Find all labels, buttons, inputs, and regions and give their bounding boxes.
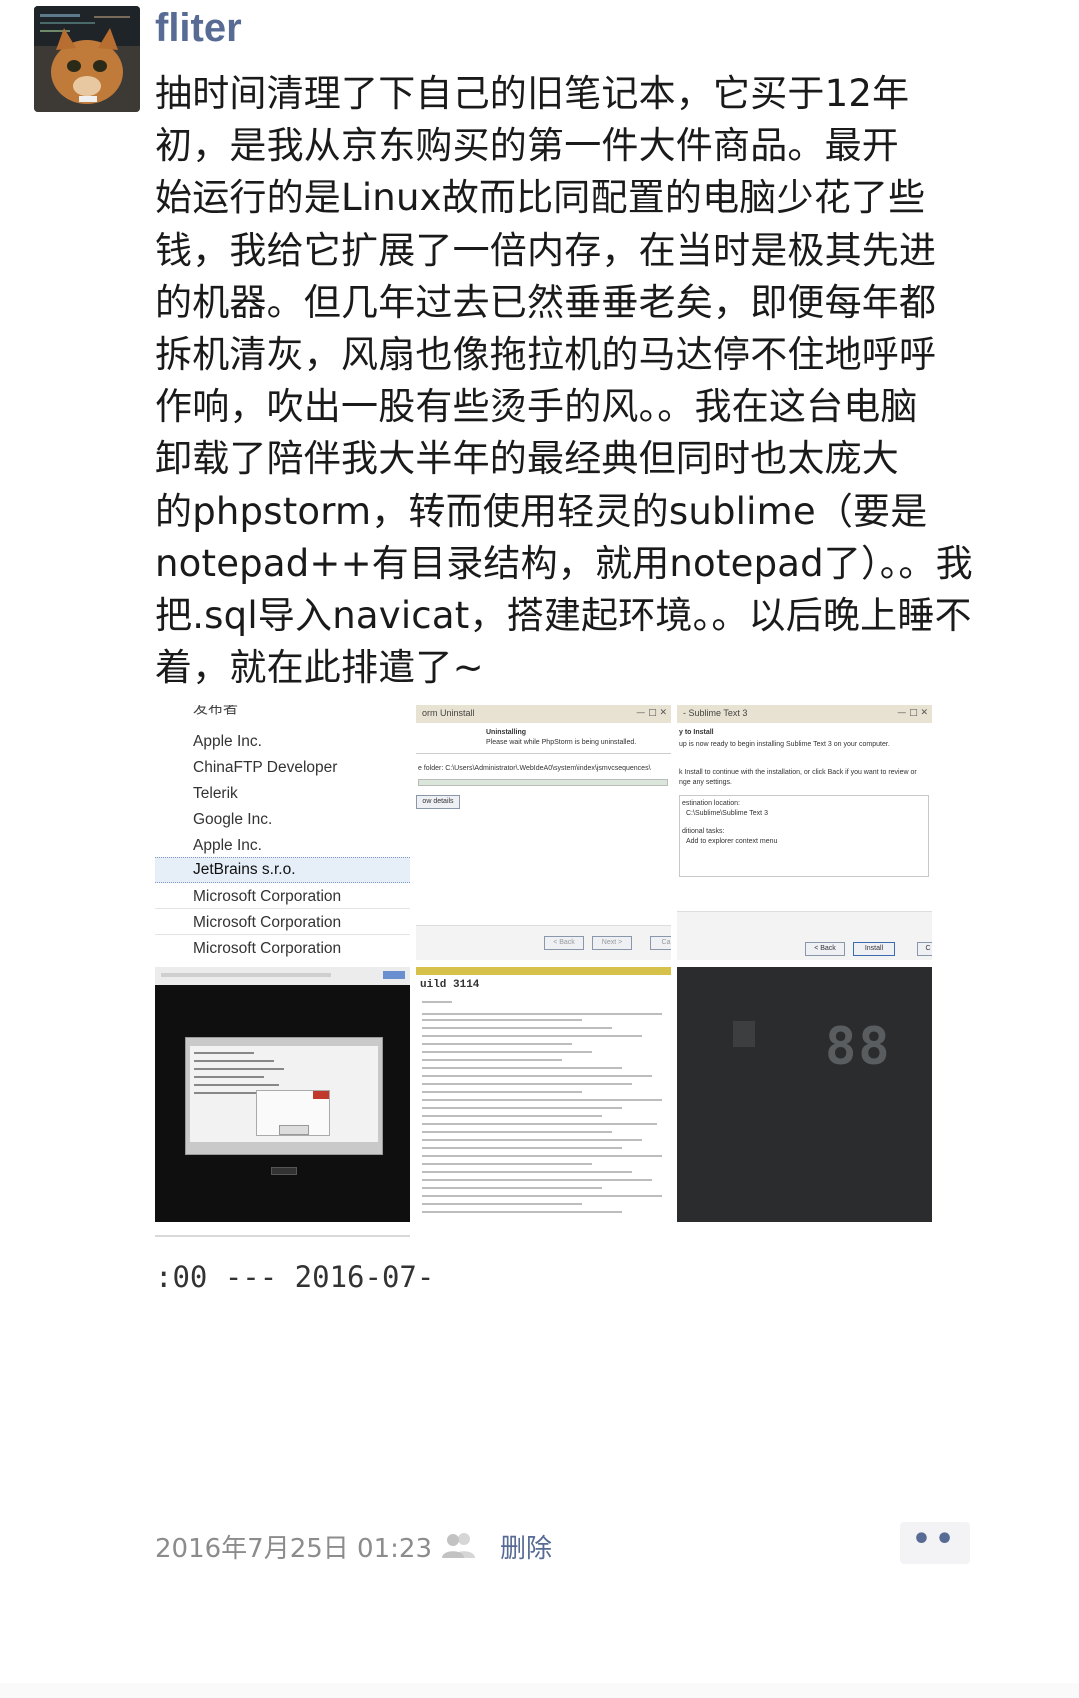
progress-bar <box>418 779 668 786</box>
close-icon <box>313 1091 329 1099</box>
summary-box: estination location: C:\Sublime\Sublime … <box>679 795 929 877</box>
installer-heading: Uninstalling <box>486 729 527 736</box>
shared-link-preview-text: :00 --- 2016-07- <box>155 1260 435 1294</box>
dark-screen <box>155 985 410 1222</box>
window-controls-icon: — □ ✕ <box>636 708 667 718</box>
publisher-item: Microsoft Corporation <box>193 888 342 905</box>
publisher-item: Apple Inc. <box>193 837 262 854</box>
image-thumbnail-changelog[interactable]: uild 3114 <box>416 967 671 1222</box>
image-thumbnail-dialog[interactable] <box>155 967 410 1222</box>
window-titlebar: - Sublime Text 3 — □ ✕ <box>677 705 932 723</box>
more-actions-button[interactable]: •• <box>900 1522 970 1564</box>
back-button: < Back <box>805 942 845 956</box>
button-bar: < Back Next > Ca <box>416 925 671 960</box>
publisher-item: Microsoft Corporation <box>193 940 342 957</box>
cancel-button: C <box>917 942 932 956</box>
image-thumbnail-uninstall[interactable]: orm Uninstall — □ ✕ Uninstalling Please … <box>416 705 671 960</box>
publisher-item: Microsoft Corporation <box>193 914 342 931</box>
cat-avatar-icon <box>34 6 140 112</box>
changelog-title: uild 3114 <box>420 979 480 991</box>
browser-bar <box>155 967 410 985</box>
publisher-item: Apple Inc. <box>193 733 262 750</box>
delete-button[interactable]: 删除 <box>500 1528 552 1565</box>
dark-screen: 88 <box>677 967 932 1222</box>
install-button: Install <box>853 942 895 956</box>
next-button: Next > <box>592 936 632 950</box>
installer-subheading: Please wait while PhpStorm is being unin… <box>486 739 637 746</box>
image-grid: 发布者 Apple Inc. ChinaFTP Developer Teleri… <box>155 705 933 1225</box>
publisher-item-selected: JetBrains s.r.o. <box>193 861 296 878</box>
publisher-header: 发布者 <box>193 705 239 717</box>
post-text: 抽时间清理了下自己的旧笔记本，它买于12年 初，是我从京东购买的第一件大件商品。… <box>155 72 973 690</box>
divider <box>155 1235 410 1237</box>
image-thumbnail-sublime-install[interactable]: - Sublime Text 3 — □ ✕ y to Install up i… <box>677 705 932 960</box>
installer-line: nge any settings. <box>679 779 732 786</box>
bottom-divider <box>0 1683 1079 1698</box>
window-titlebar: orm Uninstall — □ ✕ <box>416 705 671 723</box>
image-thumbnail-clock[interactable]: 88 <box>677 967 932 1222</box>
installer-line: k Install to continue with the installat… <box>679 769 917 776</box>
post-timestamp: 2016年7月25日 01:23 <box>155 1534 432 1564</box>
divider <box>155 934 410 935</box>
installer-heading: y to Install <box>679 729 714 736</box>
destination-label: estination location: <box>682 800 740 807</box>
window-title: - Sublime Text 3 <box>683 708 748 718</box>
destination-value: C:\Sublime\Sublime Text 3 <box>686 810 768 817</box>
tasks-value: Add to explorer context menu <box>686 838 778 845</box>
window-controls-icon: — □ ✕ <box>897 708 928 718</box>
publisher-item: Google Inc. <box>193 811 273 828</box>
username-link[interactable]: fliter <box>155 6 242 51</box>
back-button: < Back <box>544 936 584 950</box>
avatar[interactable] <box>34 6 140 112</box>
message-box <box>256 1090 330 1136</box>
browser-bar <box>416 967 671 975</box>
publisher-item: Telerik <box>193 785 238 802</box>
publisher-item: ChinaFTP Developer <box>193 759 338 776</box>
cancel-button: Ca <box>650 936 671 950</box>
show-details-button: ow details <box>416 795 460 809</box>
button-bar: < Back Install C <box>677 911 932 960</box>
divider <box>155 908 410 909</box>
window-title: orm Uninstall <box>422 708 475 718</box>
clock-digits: 88 <box>825 1017 892 1077</box>
dialog-window <box>185 1037 383 1155</box>
installer-folder: e folder: C:\Users\Administrator\.WebIde… <box>418 765 651 772</box>
moments-post: fliter 抽时间清理了下自己的旧笔记本，它买于12年 初，是我从京东购买的第… <box>0 0 1079 1698</box>
installer-line: up is now ready to begin installing Subl… <box>679 741 890 748</box>
publisher-selected-row: JetBrains s.r.o. <box>155 857 410 883</box>
visibility-friends-icon[interactable] <box>440 1531 478 1559</box>
ok-button <box>279 1125 309 1135</box>
divider <box>416 753 671 754</box>
tasks-label: ditional tasks: <box>682 828 725 835</box>
image-thumbnail-publishers[interactable]: 发布者 Apple Inc. ChinaFTP Developer Teleri… <box>155 705 410 960</box>
